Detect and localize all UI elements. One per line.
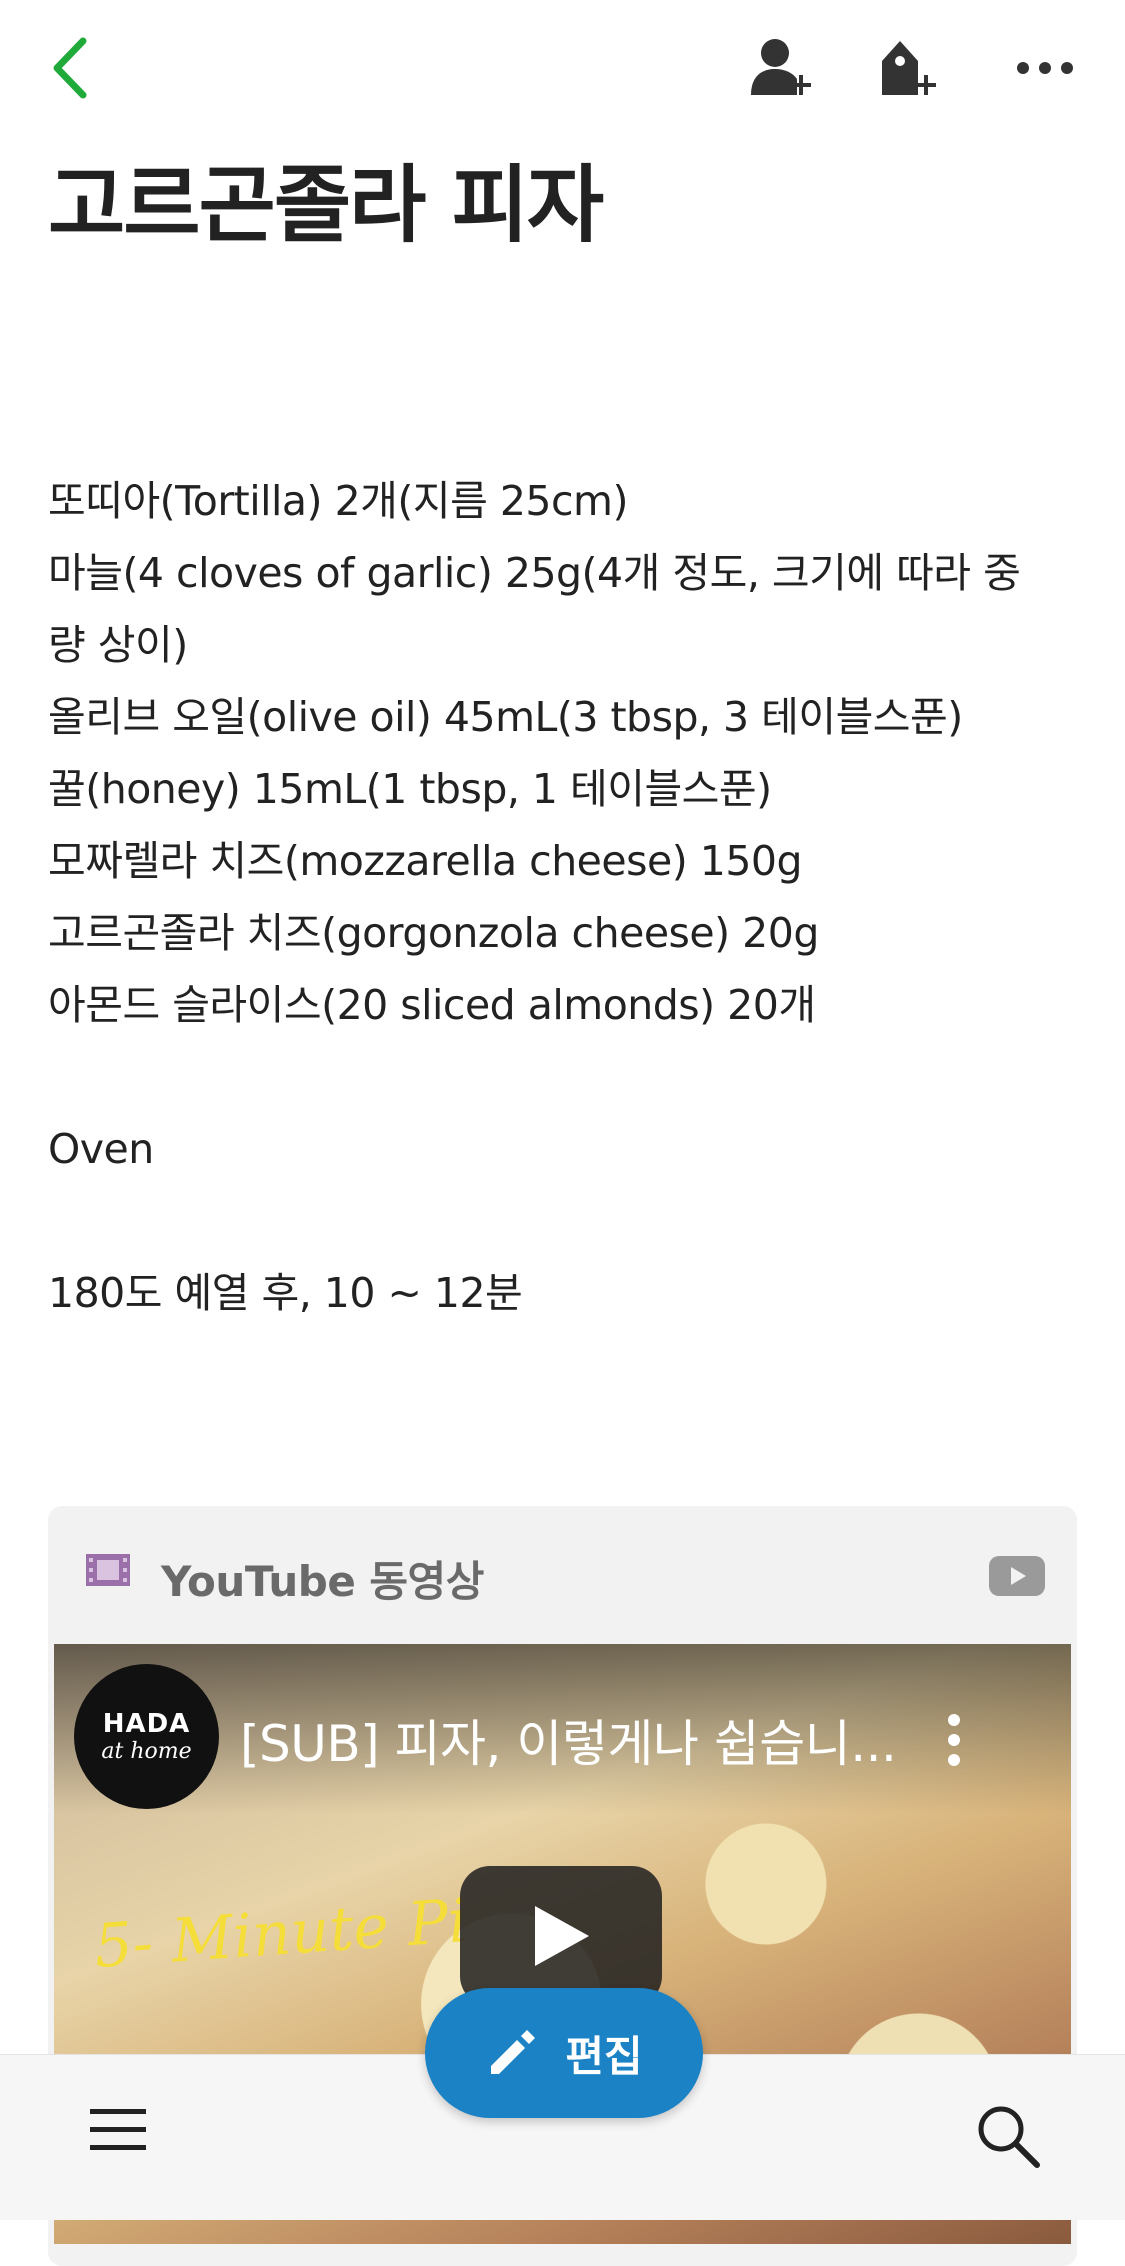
play-button[interactable] (460, 1866, 662, 2006)
share-user-button[interactable] (735, 28, 825, 108)
ingredient-line: 량 상이) (48, 621, 188, 669)
note-body[interactable]: 또띠아(Tortilla) 2개(지름 25cm) 마늘(4 cloves of… (48, 465, 1068, 1329)
youtube-card-header: YouTube 동영상 (48, 1506, 1077, 1646)
channel-subtitle: at home (101, 1739, 192, 1764)
channel-avatar[interactable]: HADA at home (74, 1664, 219, 1809)
add-tag-icon (882, 41, 936, 95)
edit-button-label: 편집 (565, 2031, 643, 2081)
back-icon (53, 37, 87, 99)
thumbnail-text: 5- Minute Pi (92, 1886, 470, 1982)
oven-line: Oven (48, 1125, 154, 1173)
ingredient-line: 마늘(4 cloves of garlic) 25g(4개 정도, 크기에 따라… (48, 549, 1021, 597)
ingredient-line: 모짜렐라 치즈(mozzarella cheese) 150g (48, 837, 803, 885)
menu-icon[interactable] (88, 2105, 148, 2155)
edit-button[interactable]: 편집 (425, 1988, 703, 2118)
pencil-icon (491, 2030, 536, 2074)
youtube-card-label: YouTube 동영상 (161, 1557, 484, 1606)
ingredient-line: 꿀(honey) 15mL(1 tbsp, 1 테이블스푼) (48, 765, 772, 813)
temperature-line: 180도 예열 후, 10 ~ 12분 (48, 1269, 523, 1317)
ingredient-line: 고르곤졸라 치즈(gorgonzola cheese) 20g (48, 909, 819, 957)
ingredient-line: 아몬드 슬라이스(20 sliced almonds) 20개 (48, 981, 816, 1029)
ingredient-line: 올리브 오일(olive oil) 45mL(3 tbsp, 3 테이블스푼) (48, 693, 963, 741)
more-button[interactable] (1000, 28, 1090, 108)
video-title[interactable]: [SUB] 피자, 이렇게나 쉽습니... (240, 1704, 897, 1776)
note-title[interactable]: 고르곤졸라 피자 (48, 150, 604, 260)
more-icon (1017, 62, 1073, 74)
film-icon (86, 1554, 130, 1586)
share-user-icon (751, 39, 811, 95)
add-tag-button[interactable] (862, 28, 952, 108)
video-more-icon[interactable] (944, 1712, 964, 1768)
search-icon[interactable] (975, 2103, 1041, 2169)
channel-name: HADA (102, 1709, 191, 1739)
play-icon (535, 1906, 589, 1966)
ingredient-line: 또띠아(Tortilla) 2개(지름 25cm) (48, 477, 629, 525)
back-button[interactable] (30, 28, 110, 108)
youtube-icon (989, 1556, 1045, 1596)
top-bar (0, 0, 1125, 140)
